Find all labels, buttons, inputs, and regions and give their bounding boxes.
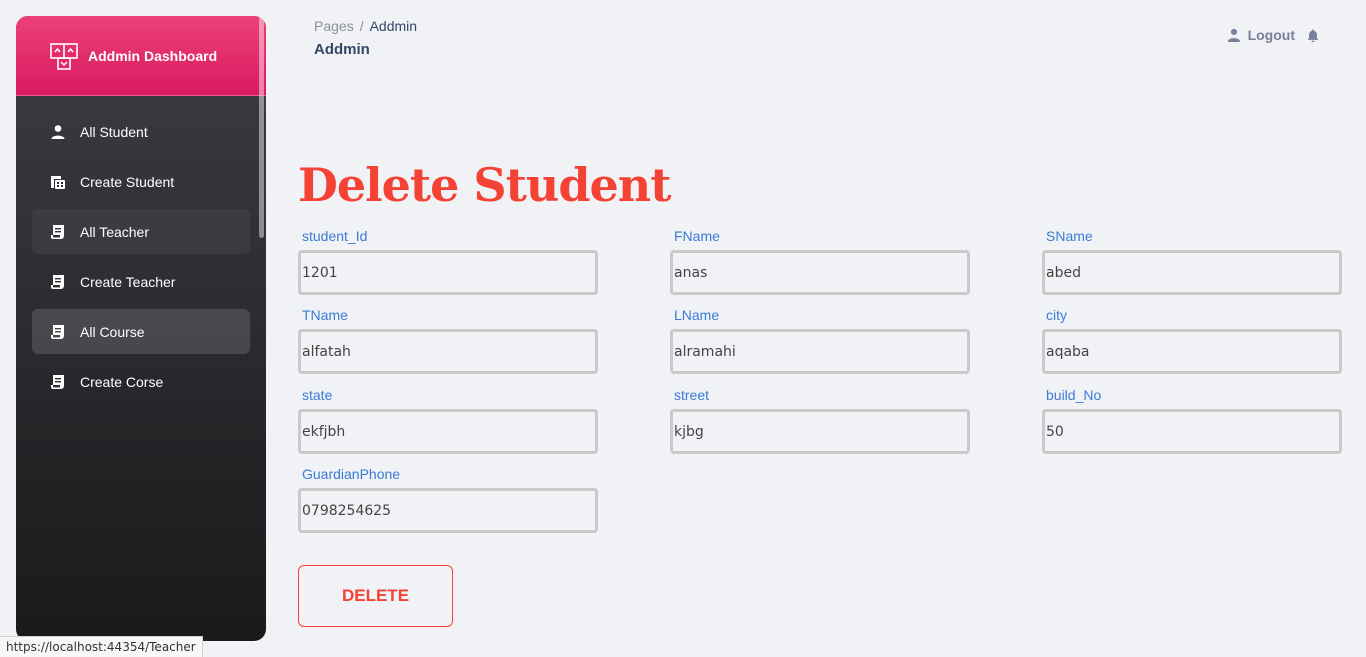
street-field-group: street kjbg	[670, 387, 970, 454]
build-no-field-group: build_No 50	[1042, 387, 1342, 454]
sidebar-item-all-teacher[interactable]: All Teacher	[32, 209, 250, 254]
student-id-input[interactable]: 1201	[298, 250, 598, 295]
sidebar-scrollbar[interactable]	[259, 16, 264, 238]
state-field-group: state ekfjbh	[298, 387, 598, 454]
tname-label: TName	[302, 307, 348, 323]
fname-input[interactable]: anas	[670, 250, 970, 295]
sidebar-item-create-teacher[interactable]: Create Teacher	[32, 259, 250, 304]
sname-label: SName	[1046, 228, 1093, 244]
logout-button[interactable]: Logout	[1227, 27, 1295, 43]
sname-input[interactable]: abed	[1042, 250, 1342, 295]
breadcrumb: Pages / Addmin	[314, 18, 417, 34]
dashboard-logo-icon	[50, 42, 78, 70]
lname-input[interactable]: alramahi	[670, 329, 970, 374]
sidebar-header[interactable]: Addmin Dashboard	[16, 16, 266, 96]
tname-field-group: TName alfatah	[298, 307, 598, 374]
fname-label: FName	[674, 228, 720, 244]
tname-input[interactable]: alfatah	[298, 329, 598, 374]
sidebar-item-create-corse[interactable]: Create Corse	[32, 359, 250, 404]
sidebar-item-label: Create Teacher	[80, 273, 176, 290]
logout-label: Logout	[1247, 27, 1295, 43]
guardian-phone-field-group: GuardianPhone 0798254625	[298, 466, 598, 533]
lname-label: LName	[674, 307, 720, 323]
breadcrumb-separator: /	[359, 18, 364, 34]
user-icon	[1227, 28, 1240, 42]
sidebar-item-label: All Student	[80, 123, 148, 140]
person-icon	[50, 124, 66, 140]
sidebar: Addmin Dashboard All Student Create Stud…	[16, 16, 266, 641]
student-id-label: student_Id	[302, 228, 368, 244]
sidebar-item-label: Create Corse	[80, 373, 164, 390]
breadcrumb-current: Addmin	[369, 18, 418, 34]
street-label: street	[674, 387, 710, 403]
form-heading: Delete Student	[298, 158, 671, 212]
city-field-group: city aqaba	[1042, 307, 1342, 374]
topbar-actions: Logout	[1227, 27, 1320, 43]
build-no-input[interactable]: 50	[1042, 409, 1342, 454]
sidebar-item-all-course[interactable]: All Course	[32, 309, 250, 354]
fname-field-group: FName anas	[670, 228, 970, 295]
sidebar-item-label: Create Student	[80, 173, 175, 190]
city-input[interactable]: aqaba	[1042, 329, 1342, 374]
receipt-icon	[50, 274, 66, 290]
sname-field-group: SName abed	[1042, 228, 1342, 295]
sidebar-item-create-student[interactable]: Create Student	[32, 159, 250, 204]
status-bar-url: https://localhost:44354/Teacher	[0, 636, 203, 657]
sidebar-item-label: All Course	[80, 323, 145, 340]
student-id-field-group: student_Id 1201	[298, 228, 598, 295]
receipt-icon	[50, 324, 66, 340]
build-no-label: build_No	[1046, 387, 1102, 403]
sidebar-nav: All Student Create Student All Teacher C…	[16, 96, 266, 404]
city-label: city	[1046, 307, 1067, 323]
lname-field-group: LName alramahi	[670, 307, 970, 374]
table-icon	[50, 174, 66, 190]
sidebar-item-all-student[interactable]: All Student	[32, 109, 250, 154]
state-label: state	[302, 387, 333, 403]
breadcrumb-root[interactable]: Pages	[314, 18, 354, 34]
guardian-phone-label: GuardianPhone	[302, 466, 401, 482]
brand-title: Addmin Dashboard	[88, 47, 218, 64]
state-input[interactable]: ekfjbh	[298, 409, 598, 454]
sidebar-item-label: All Teacher	[80, 223, 150, 240]
receipt-icon	[50, 374, 66, 390]
street-input[interactable]: kjbg	[670, 409, 970, 454]
guardian-phone-input[interactable]: 0798254625	[298, 488, 598, 533]
bell-icon[interactable]	[1306, 28, 1320, 43]
page-title: Addmin	[314, 41, 370, 58]
delete-button[interactable]: DELETE	[298, 565, 453, 627]
receipt-icon	[50, 224, 66, 240]
